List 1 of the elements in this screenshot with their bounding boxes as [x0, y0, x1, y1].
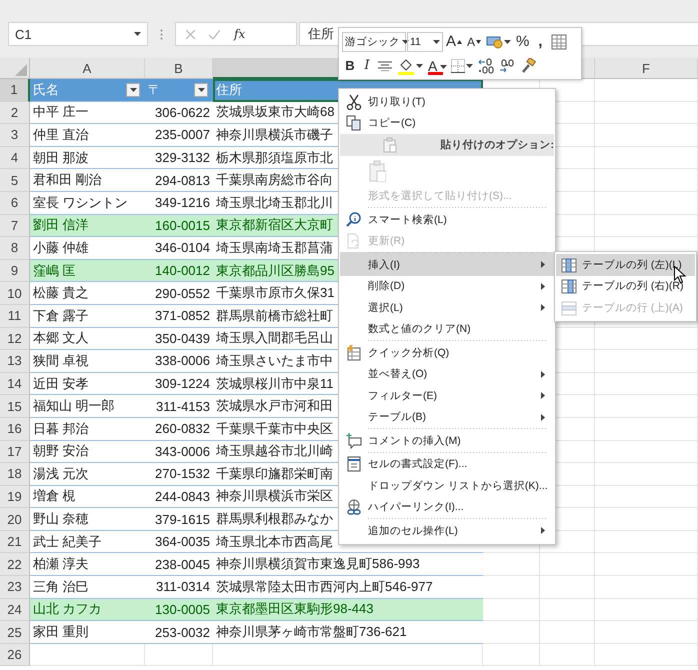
section-header: 貼り付けのオプション: — [436, 134, 554, 156]
